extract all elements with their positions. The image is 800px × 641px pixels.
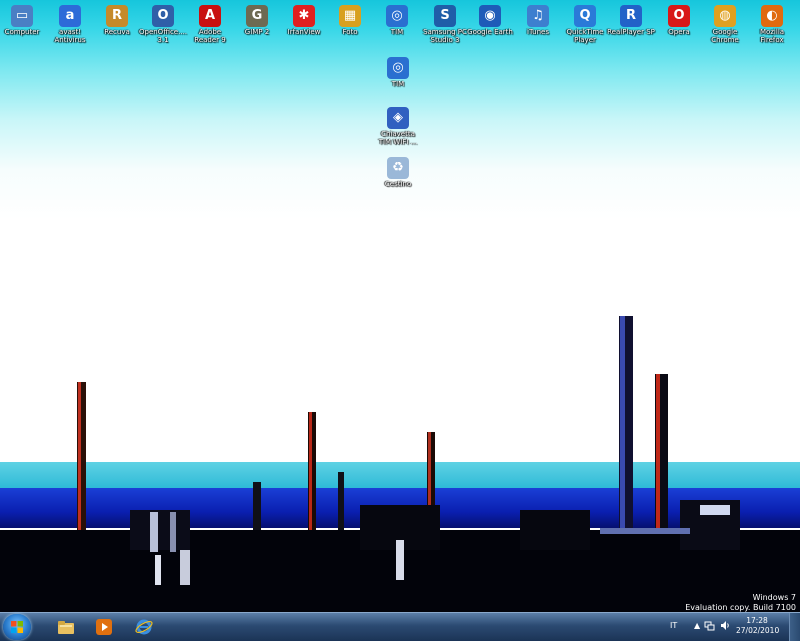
network-icon[interactable]	[704, 620, 715, 631]
desktop-shortcut-label: Chiavetta TIM WIFI ...	[378, 130, 418, 146]
wallpaper-skyline	[0, 316, 800, 612]
media-player-icon	[96, 619, 112, 635]
avast-icon: a	[59, 5, 81, 27]
taskbar-internet-explorer-button[interactable]	[130, 615, 158, 639]
tim-usb-key-icon: ◈	[387, 107, 409, 129]
photo-icon: ▦	[339, 5, 361, 27]
taskbar-explorer-button[interactable]	[52, 615, 80, 639]
irfanview-icon: ✱	[293, 5, 315, 27]
samsung-pc-studio-icon: S	[434, 5, 456, 27]
volume-icon[interactable]	[720, 620, 731, 631]
internet-explorer-icon	[135, 619, 153, 635]
watermark-line-1: Windows 7	[752, 593, 796, 602]
desktop-shortcut-firefox[interactable]: ◐ Mozilla Firefox	[742, 3, 800, 44]
windows-watermark: Windows 7 Evaluation copy. Build 7100	[685, 593, 796, 612]
clock[interactable]: 17:28 27/02/2010	[736, 616, 780, 636]
opera-icon: O	[668, 5, 690, 27]
clock-time: 17:28	[746, 616, 768, 625]
chrome-icon: ◍	[714, 5, 736, 27]
google-earth-icon: ◉	[479, 5, 501, 27]
desktop-shortcut-label: Cestino	[384, 180, 412, 188]
desktop-shortcut-label: Mozilla Firefox	[759, 28, 785, 44]
adobe-reader-icon: A	[199, 5, 221, 27]
tim-icon: ◎	[387, 57, 409, 79]
quicktime-icon: Q	[574, 5, 596, 27]
taskbar: IT ▲ 17:28 27/02/2010	[0, 612, 800, 641]
system-tray: IT ▲ 17:28 27/02/2010	[670, 613, 800, 641]
firefox-icon: ◐	[761, 5, 783, 27]
desktop-shortcut-tim-usb-key[interactable]: ◈ Chiavetta TIM WIFI ...	[368, 105, 428, 146]
desktop-shortcut-tim[interactable]: ◎ TIM	[368, 55, 428, 88]
computer-icon: ▭	[11, 5, 33, 27]
show-desktop-button[interactable]	[789, 613, 800, 641]
watermark-line-2: Evaluation copy. Build 7100	[685, 603, 796, 612]
folder-icon	[58, 621, 74, 634]
openoffice-icon: O	[152, 5, 174, 27]
desktop-shortcut-label: TIM	[391, 80, 405, 88]
realplayer-icon: R	[620, 5, 642, 27]
gimp-icon: G	[246, 5, 268, 27]
language-indicator[interactable]: IT	[670, 621, 677, 630]
itunes-icon: ♫	[527, 5, 549, 27]
taskbar-media-player-button[interactable]	[90, 615, 118, 639]
show-hidden-icons-button[interactable]: ▲	[694, 621, 700, 630]
recuva-icon: R	[106, 5, 128, 27]
windows-logo-icon	[11, 621, 23, 633]
tim-icon: ◎	[386, 5, 408, 27]
recycle-bin-icon: ♻	[387, 157, 409, 179]
desktop: ▭ Computer a avast! Antivirus R Recuva O OpenOf…	[0, 0, 800, 612]
clock-date: 27/02/2010	[736, 626, 780, 635]
desktop-shortcut-recycle-bin[interactable]: ♻ Cestino	[368, 155, 428, 188]
start-button[interactable]	[3, 614, 31, 640]
